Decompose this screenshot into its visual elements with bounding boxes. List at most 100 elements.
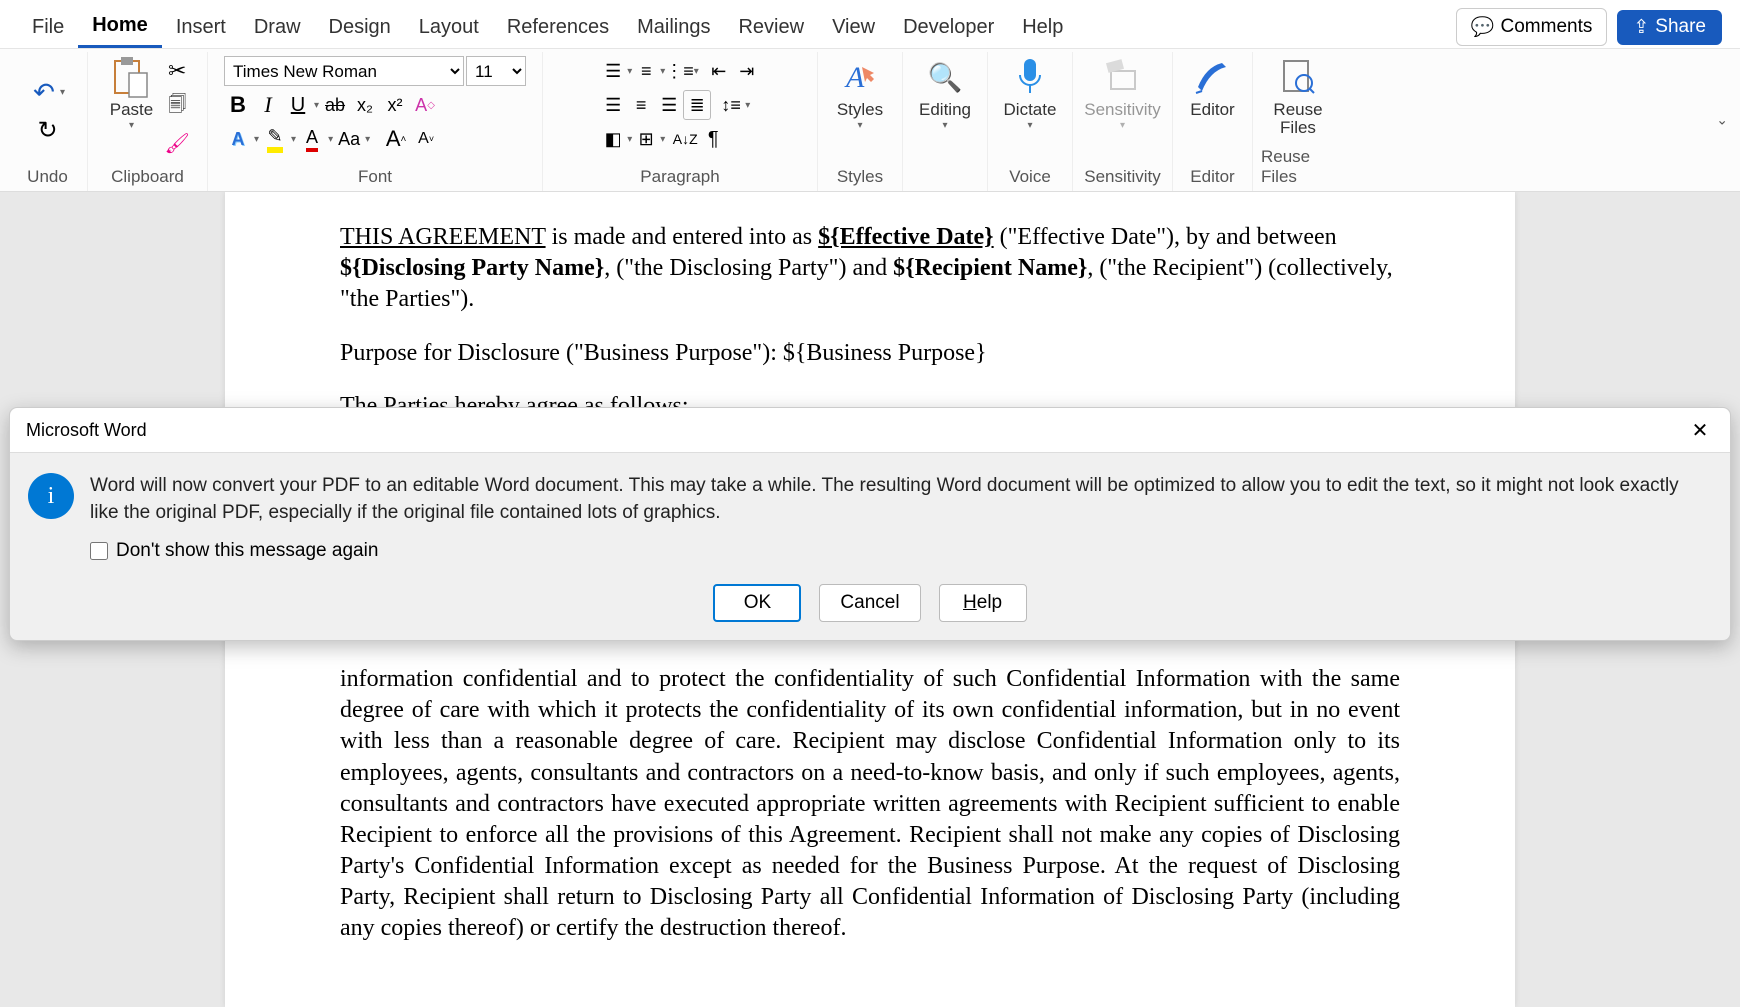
font-color-button[interactable]: A [298, 124, 326, 154]
borders-button[interactable]: ⊞ [632, 124, 660, 154]
show-formatting-button[interactable]: ¶ [699, 124, 727, 154]
sort-button[interactable]: A↓Z [671, 124, 699, 154]
grow-font-button[interactable]: A˄ [382, 124, 410, 154]
group-label-paragraph: Paragraph [551, 163, 809, 189]
pdf-convert-dialog: Microsoft Word ✕ i Word will now convert… [9, 407, 1731, 641]
dialog-titlebar: Microsoft Word ✕ [10, 408, 1730, 453]
borders-dropdown[interactable]: ▾ [660, 134, 665, 145]
numbering-button[interactable]: ≡ [632, 56, 660, 86]
clear-formatting-button[interactable]: A◇ [411, 90, 439, 120]
reuse-label-1: Reuse [1273, 100, 1322, 120]
ok-button[interactable]: OK [713, 584, 801, 622]
multilevel-button[interactable]: ⋮≡ [665, 56, 694, 86]
group-label-clipboard: Clipboard [96, 163, 199, 189]
highlight-dropdown[interactable]: ▾ [291, 134, 296, 145]
cut-button[interactable]: ✂ [163, 56, 191, 86]
tab-view[interactable]: View [818, 8, 889, 47]
paste-icon [110, 56, 152, 98]
align-justify-button[interactable]: ≣ [683, 90, 711, 120]
tab-references[interactable]: References [493, 8, 623, 47]
collapse-ribbon-button[interactable]: ⌄ [1716, 112, 1728, 129]
editing-label: Editing [919, 100, 971, 120]
tab-layout[interactable]: Layout [405, 8, 493, 47]
bold-button[interactable]: B [224, 90, 252, 120]
cancel-button[interactable]: Cancel [819, 584, 920, 622]
font-color-dropdown[interactable]: ▾ [328, 134, 333, 145]
copy-button[interactable]: 🗐 [163, 92, 191, 122]
align-left-button[interactable]: ☰ [599, 90, 627, 120]
microphone-icon [1009, 56, 1051, 98]
comment-icon: 💬 [1471, 15, 1495, 39]
tab-developer[interactable]: Developer [889, 8, 1008, 47]
editing-dropdown[interactable]: ▾ [942, 120, 947, 131]
shading-button[interactable]: ◧ [599, 124, 627, 154]
shrink-font-button[interactable]: A˅ [412, 124, 440, 154]
tab-home[interactable]: Home [78, 6, 162, 48]
group-undo: ↶ ▾ ↻ Undo [8, 52, 88, 191]
dont-show-label: Don't show this message again [116, 540, 378, 562]
undo-button[interactable]: ↶ [30, 78, 58, 108]
superscript-button[interactable]: x² [381, 90, 409, 120]
bullets-button[interactable]: ☰ [599, 56, 627, 86]
find-icon: 🔍 [924, 56, 966, 98]
group-label-reuse: Reuse Files [1261, 143, 1335, 189]
doc-paragraph-1[interactable]: THIS AGREEMENT is made and entered into … [340, 222, 1400, 316]
share-button[interactable]: ⇪ Share [1617, 10, 1722, 45]
tab-mailings[interactable]: Mailings [623, 8, 724, 47]
multilevel-dropdown[interactable]: ▾ [694, 66, 699, 77]
dont-show-checkbox[interactable] [90, 542, 108, 560]
decrease-indent-button[interactable]: ⇤ [705, 56, 733, 86]
sensitivity-icon [1102, 56, 1144, 98]
group-reuse: Reuse Files Reuse Files [1253, 52, 1343, 191]
dialog-close-button[interactable]: ✕ [1686, 416, 1714, 444]
reuse-files-button[interactable]: Reuse Files [1267, 54, 1328, 140]
align-right-button[interactable]: ☰ [655, 90, 683, 120]
tab-file[interactable]: File [18, 8, 78, 47]
line-spacing-button[interactable]: ↕≡ [717, 90, 745, 120]
tab-design[interactable]: Design [315, 8, 405, 47]
tab-draw[interactable]: Draw [240, 8, 315, 47]
doc-paragraph-2[interactable]: Purpose for Disclosure ("Business Purpos… [340, 338, 1400, 369]
styles-button[interactable]: A Styles ▾ [831, 54, 889, 133]
undo-dropdown[interactable]: ▾ [60, 87, 65, 98]
tab-insert[interactable]: Insert [162, 8, 240, 47]
case-dropdown[interactable]: ▾ [365, 134, 370, 145]
increase-indent-button[interactable]: ⇥ [733, 56, 761, 86]
paste-label: Paste [110, 100, 153, 120]
font-name-select[interactable]: Times New Roman [224, 56, 464, 86]
align-center-button[interactable]: ≡ [627, 90, 655, 120]
tab-help[interactable]: Help [1008, 8, 1077, 47]
editor-icon [1191, 56, 1233, 98]
spacing-dropdown[interactable]: ▾ [745, 100, 750, 111]
group-clipboard: Paste ▾ ✂ 🗐 🖌 Clipboard [88, 52, 208, 191]
underline-button[interactable]: U [284, 90, 312, 120]
ribbon: ↶ ▾ ↻ Undo Paste ▾ ✂ 🗐 🖌 Clipboard [0, 48, 1740, 192]
italic-button[interactable]: I [254, 90, 282, 120]
editor-label: Editor [1190, 100, 1234, 120]
format-painter-button[interactable]: 🖌 [163, 128, 191, 158]
text-effects-button[interactable]: A [224, 124, 252, 154]
paste-button[interactable]: Paste ▾ [104, 54, 159, 133]
share-label: Share [1655, 16, 1706, 38]
doc-paragraph-4[interactable]: information confidential and to protect … [340, 664, 1400, 945]
paste-dropdown[interactable]: ▾ [129, 120, 134, 131]
sensitivity-button[interactable]: Sensitivity ▾ [1078, 54, 1167, 133]
tab-review[interactable]: Review [724, 8, 818, 47]
dictate-button[interactable]: Dictate ▾ [998, 54, 1063, 133]
subscript-button[interactable]: x₂ [351, 90, 379, 120]
change-case-button[interactable]: Aa [335, 124, 363, 154]
redo-button[interactable]: ↻ [34, 116, 62, 146]
underline-dropdown[interactable]: ▾ [314, 100, 319, 111]
comments-button[interactable]: 💬 Comments [1456, 8, 1608, 46]
editor-button[interactable]: Editor [1184, 54, 1240, 122]
font-size-select[interactable]: 11 [466, 56, 526, 86]
doc-text: is made and entered into as [546, 224, 819, 250]
highlight-button[interactable]: ✎ [261, 124, 289, 154]
help-button[interactable]: Help [939, 584, 1027, 622]
dictate-dropdown[interactable]: ▾ [1027, 120, 1032, 131]
strikethrough-button[interactable]: ab [321, 90, 349, 120]
editing-button[interactable]: 🔍 Editing ▾ [913, 54, 977, 133]
styles-dropdown[interactable]: ▾ [857, 120, 862, 131]
text-effects-dropdown[interactable]: ▾ [254, 134, 259, 145]
sensitivity-dropdown[interactable]: ▾ [1120, 120, 1125, 131]
